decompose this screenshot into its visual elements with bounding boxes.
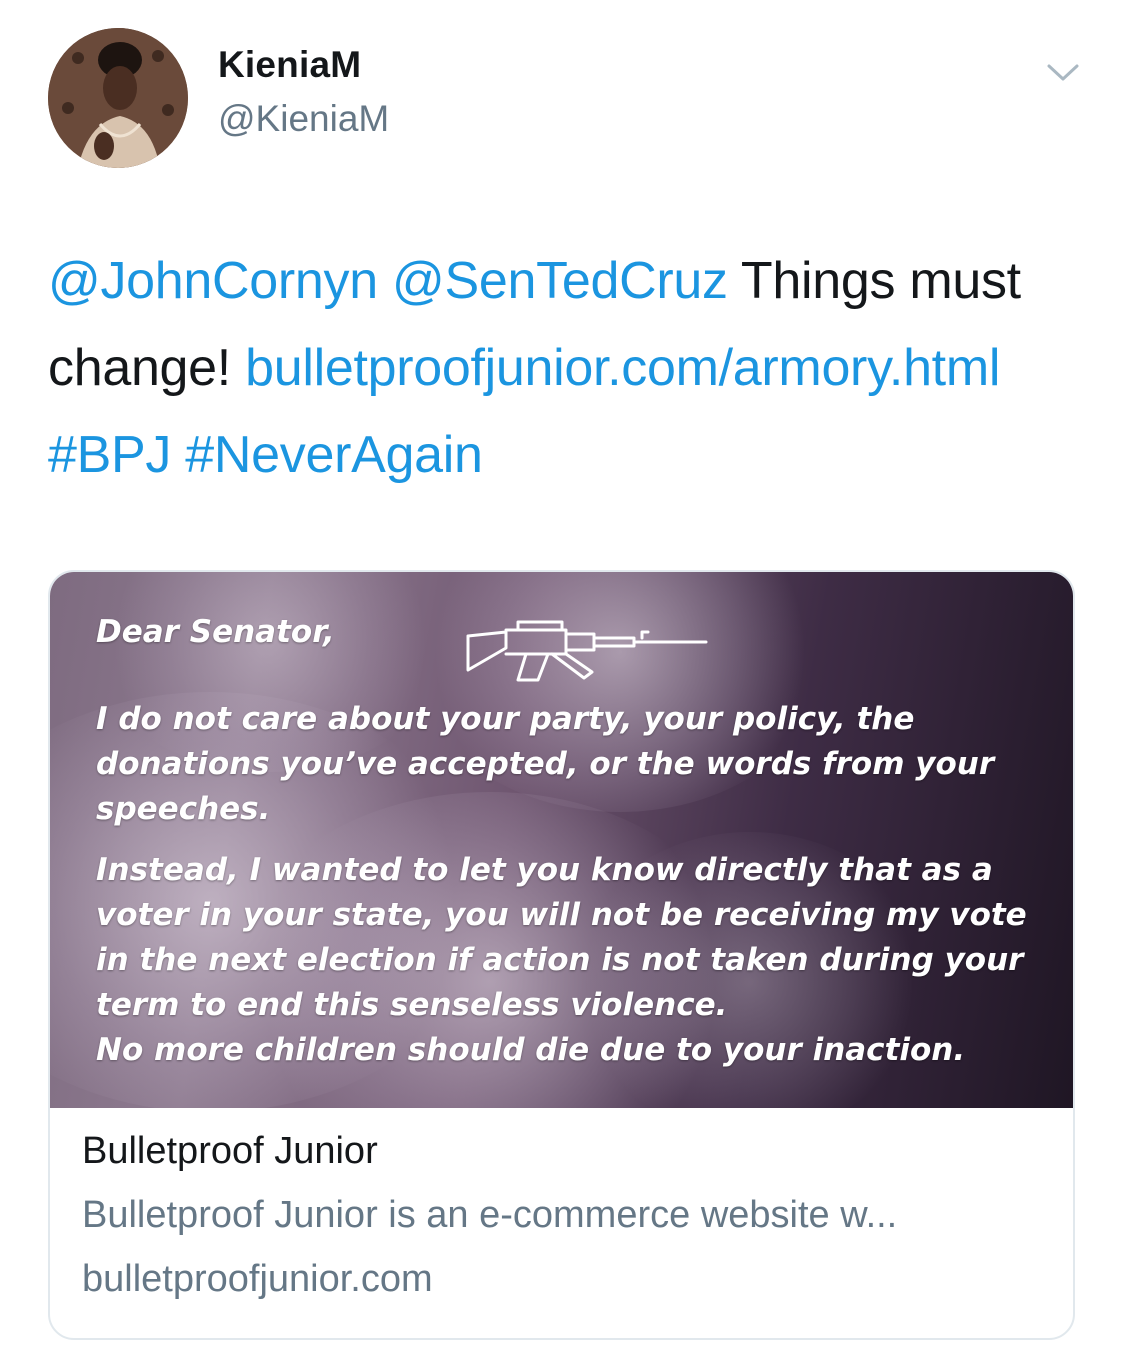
display-name[interactable]: KieniaM <box>218 44 361 86</box>
card-image: Dear Senator, I do not care about your p… <box>50 572 1073 1108</box>
card-title: Bulletproof Junior <box>82 1130 378 1172</box>
letter-paragraph: Instead, I wanted to let you know direct… <box>96 852 1027 1023</box>
letter-salutation: Dear Senator, <box>96 614 335 650</box>
mention-link[interactable]: @SenTedCruz <box>392 252 728 310</box>
card-body: Bulletproof Junior Bulletproof Junior is… <box>50 1108 1073 1304</box>
letter-paragraph: No more children should die due to your … <box>96 1032 966 1068</box>
hashtag-link[interactable]: #NeverAgain <box>185 426 483 484</box>
letter-paragraph: I do not care about your party, your pol… <box>96 701 995 827</box>
link-card[interactable]: Dear Senator, I do not care about your p… <box>48 570 1075 1340</box>
mention-link[interactable]: @JohnCornyn <box>48 252 378 310</box>
url-link[interactable]: bulletproofjunior.com/armory.html <box>245 339 1000 397</box>
user-handle[interactable]: @KieniaM <box>218 98 389 140</box>
tweet-text: @JohnCornyn @SenTedCruz Things must chan… <box>48 238 1088 499</box>
card-description: Bulletproof Junior is an e-commerce webs… <box>82 1194 898 1236</box>
hashtag-link[interactable]: #BPJ <box>48 426 171 484</box>
chevron-down-icon[interactable] <box>1043 52 1083 92</box>
card-domain: bulletproofjunior.com <box>82 1258 433 1300</box>
avatar[interactable] <box>48 28 188 168</box>
image-letter: Dear Senator, I do not care about your p… <box>96 610 1056 1073</box>
